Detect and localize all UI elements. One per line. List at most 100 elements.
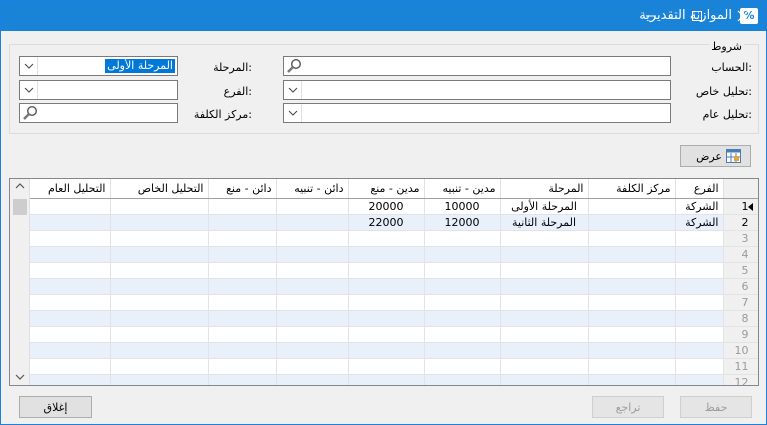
grid-cell[interactable] bbox=[588, 358, 676, 375]
branch-combo[interactable] bbox=[19, 80, 178, 100]
grid-cell[interactable] bbox=[208, 374, 277, 385]
grid-cell[interactable] bbox=[348, 326, 425, 343]
row-number[interactable]: 5 bbox=[723, 262, 758, 279]
row-number[interactable]: 8 bbox=[723, 310, 758, 327]
grid-cell[interactable] bbox=[276, 294, 349, 311]
grid-cell[interactable] bbox=[588, 278, 676, 295]
undo-button[interactable]: تراجع bbox=[592, 396, 664, 418]
grid-cell[interactable] bbox=[424, 358, 501, 375]
grid-cell[interactable] bbox=[276, 342, 349, 359]
grid-cell[interactable] bbox=[276, 278, 349, 295]
col-header-debit-alert[interactable]: مدين - تنبيه bbox=[424, 179, 501, 199]
cost-center-lookup-field[interactable] bbox=[19, 103, 178, 123]
grid-cell[interactable] bbox=[588, 262, 676, 279]
grid-cell[interactable] bbox=[30, 358, 111, 375]
branch-dropdown-button[interactable] bbox=[20, 81, 38, 99]
grid-cell[interactable] bbox=[500, 262, 589, 279]
account-lookup-field[interactable] bbox=[283, 56, 671, 76]
grid-cell[interactable] bbox=[276, 358, 349, 375]
grid-cell[interactable] bbox=[588, 310, 676, 327]
grid-cell[interactable] bbox=[424, 262, 501, 279]
cell-debit-alert[interactable]: 10000 bbox=[424, 198, 501, 215]
grid-cell[interactable] bbox=[675, 358, 724, 375]
grid-cell[interactable] bbox=[424, 374, 501, 385]
grid-cell[interactable] bbox=[675, 342, 724, 359]
grid-cell[interactable] bbox=[110, 294, 209, 311]
close-window-button[interactable] bbox=[720, 1, 766, 31]
grid-cell[interactable] bbox=[588, 246, 676, 263]
magnifier-icon[interactable] bbox=[22, 105, 38, 121]
grid-cell[interactable] bbox=[348, 342, 425, 359]
grid-cell[interactable] bbox=[500, 230, 589, 247]
col-header-credit-block[interactable]: دائن - منع bbox=[208, 179, 277, 199]
grid-cell[interactable] bbox=[208, 310, 277, 327]
title-bar[interactable]: % الموازنة التقديرية bbox=[1, 1, 766, 31]
grid-cell[interactable] bbox=[348, 374, 425, 385]
magnifier-icon[interactable] bbox=[286, 58, 302, 74]
grid-cell[interactable] bbox=[424, 294, 501, 311]
grid-cell[interactable] bbox=[208, 326, 277, 343]
minimize-button[interactable] bbox=[628, 1, 674, 31]
grid-cell[interactable] bbox=[348, 246, 425, 263]
table-row[interactable]: 5 bbox=[30, 262, 758, 279]
grid-cell[interactable] bbox=[424, 342, 501, 359]
stage-combo[interactable]: المرحلة الأولى bbox=[19, 56, 178, 76]
cell-general-analysis[interactable] bbox=[30, 214, 111, 231]
grid-cell[interactable] bbox=[500, 326, 589, 343]
grid-cell[interactable] bbox=[675, 278, 724, 295]
grid-cell[interactable] bbox=[348, 294, 425, 311]
cell-credit-block[interactable] bbox=[208, 214, 277, 231]
table-row[interactable]: 12 bbox=[30, 374, 758, 385]
cell-credit-alert[interactable] bbox=[276, 198, 349, 215]
grid-cell[interactable] bbox=[500, 358, 589, 375]
grid-cell[interactable] bbox=[588, 230, 676, 247]
grid-cell[interactable] bbox=[110, 310, 209, 327]
col-header-stage[interactable]: المرحلة bbox=[500, 179, 589, 199]
row-number[interactable]: 2 bbox=[723, 214, 758, 231]
grid-cell[interactable] bbox=[30, 374, 111, 385]
row-number[interactable]: 12 bbox=[723, 374, 758, 385]
cell-debit-alert[interactable]: 12000 bbox=[424, 214, 501, 231]
col-header-cost-center[interactable]: مركز الكلفة bbox=[588, 179, 676, 199]
grid-cell[interactable] bbox=[500, 294, 589, 311]
grid-cell[interactable] bbox=[424, 278, 501, 295]
grid-cell[interactable] bbox=[110, 246, 209, 263]
col-header-debit-block[interactable]: مدين - منع bbox=[348, 179, 425, 199]
special-analysis-combo[interactable] bbox=[283, 80, 671, 100]
grid-cell[interactable] bbox=[208, 230, 277, 247]
row-number[interactable]: 1 bbox=[723, 198, 758, 215]
grid-cell[interactable] bbox=[588, 374, 676, 385]
table-row[interactable]: 9 bbox=[30, 326, 758, 343]
table-row[interactable]: 4 bbox=[30, 246, 758, 263]
col-header-credit-alert[interactable]: دائن - تنبيه bbox=[276, 179, 349, 199]
grid-cell[interactable] bbox=[110, 230, 209, 247]
grid-cell[interactable] bbox=[208, 358, 277, 375]
grid-cell[interactable] bbox=[675, 294, 724, 311]
grid-cell[interactable] bbox=[30, 326, 111, 343]
table-row[interactable]: 6 bbox=[30, 278, 758, 295]
grid-cell[interactable] bbox=[276, 246, 349, 263]
cell-special-analysis[interactable] bbox=[110, 214, 209, 231]
close-button[interactable]: إغلاق bbox=[19, 396, 92, 418]
row-number[interactable]: 4 bbox=[723, 246, 758, 263]
grid-cell[interactable] bbox=[500, 374, 589, 385]
stage-dropdown-button[interactable] bbox=[20, 57, 38, 75]
grid-vertical-scrollbar[interactable] bbox=[10, 179, 30, 385]
grid-cell[interactable] bbox=[675, 374, 724, 385]
grid-cell[interactable] bbox=[276, 326, 349, 343]
grid-cell[interactable] bbox=[208, 342, 277, 359]
scroll-thumb[interactable] bbox=[13, 199, 27, 215]
cell-general-analysis[interactable] bbox=[30, 198, 111, 215]
table-row[interactable]: 11 bbox=[30, 358, 758, 375]
grid-cell[interactable] bbox=[30, 294, 111, 311]
grid-cell[interactable] bbox=[208, 294, 277, 311]
grid-cell[interactable] bbox=[500, 278, 589, 295]
grid-cell[interactable] bbox=[588, 326, 676, 343]
col-header-special-analysis[interactable]: التحليل الخاص bbox=[110, 179, 209, 199]
cell-credit-alert[interactable] bbox=[276, 214, 349, 231]
grid-cell[interactable] bbox=[588, 342, 676, 359]
row-number[interactable]: 6 bbox=[723, 278, 758, 295]
grid-cell[interactable] bbox=[348, 278, 425, 295]
grid-cell[interactable] bbox=[208, 262, 277, 279]
row-number[interactable]: 10 bbox=[723, 342, 758, 359]
